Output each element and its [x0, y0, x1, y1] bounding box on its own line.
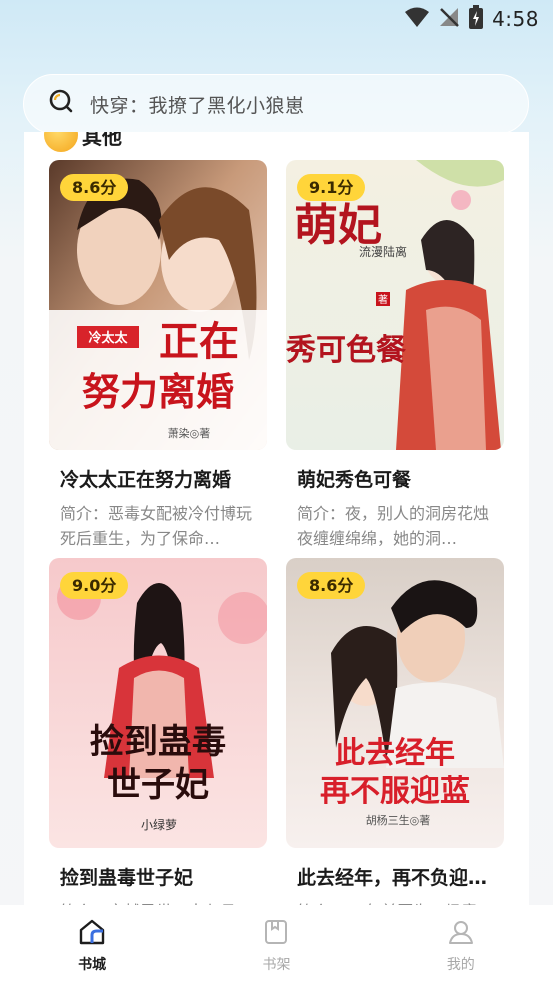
book-card[interactable]: 捡到蛊毒 世子妃 小绿萝 9.0分 捡到蛊毒世子妃 简介：穿越异世，南七月… [49, 558, 267, 912]
book-cover[interactable]: 冷太太 正在 努力离婚 萧染◎著 8.6分 [49, 160, 267, 450]
status-icons: 4:58 [404, 5, 539, 33]
book-cover[interactable]: 捡到蛊毒 世子妃 小绿萝 9.0分 [49, 558, 267, 848]
cover-title-main: 正在 [159, 318, 239, 365]
nav-label-bookstore: 书城 [78, 957, 107, 973]
search-input[interactable]: 快穿：我撩了黑化小狼崽 [23, 74, 529, 134]
cover-tag: 冷太太 [88, 330, 128, 346]
wifi-icon [404, 6, 430, 32]
score-badge: 8.6分 [60, 174, 129, 201]
search-placeholder: 快穿：我撩了黑化小狼崽 [90, 94, 305, 117]
nav-label-mine: 我的 [446, 957, 475, 973]
cover-title-main: 捡到蛊毒 [90, 722, 226, 762]
section-header: 其他 [44, 132, 122, 152]
book-card[interactable]: 萌妃 秀可色餐 流漫陆离 著 9.1分 萌妃秀色可餐 简介：夜，别人的洞房花烛夜… [286, 160, 504, 551]
cover-title-line2: 世子妃 [107, 765, 209, 805]
battery-icon [468, 5, 484, 33]
profile-icon [447, 918, 475, 950]
status-bar: 4:58 [0, 0, 553, 40]
clock: 4:58 [492, 7, 539, 31]
nav-label-bookshelf: 书架 [262, 957, 291, 973]
book-title[interactable]: 此去经年，再不负迎… [286, 863, 504, 890]
book-cover[interactable]: 萌妃 秀可色餐 流漫陆离 著 9.1分 [286, 160, 504, 450]
cover-title-line2: 努力离婚 [82, 369, 234, 414]
cover-tag: 流漫陆离 [359, 244, 407, 259]
book-title[interactable]: 萌妃秀色可餐 [286, 465, 504, 492]
book-card[interactable]: 冷太太 正在 努力离婚 萧染◎著 8.6分 冷太太正在努力离婚 简介：恶毒女配被… [49, 160, 267, 551]
nav-item-mine[interactable]: 我的 [401, 914, 521, 974]
search-icon [48, 89, 74, 119]
book-title[interactable]: 冷太太正在努力离婚 [49, 465, 267, 492]
book-cover[interactable]: 此去经年 再不服迎蓝 胡杨三生◎著 8.6分 [286, 558, 504, 848]
cover-title-line2: 秀可色餐 [286, 333, 407, 368]
book-description: 简介：恶毒女配被冷付博玩死后重生，为了保命… [60, 504, 253, 548]
nav-item-bookshelf[interactable]: 书架 [216, 914, 336, 974]
score-badge: 9.1分 [297, 174, 366, 201]
cover-author: 胡杨三生◎著 [366, 813, 431, 827]
bookstore-icon [78, 918, 106, 950]
cover-title-main: 此去经年 [335, 736, 455, 771]
cover-title-main: 萌妃 [294, 200, 382, 251]
book-grid-panel: 其他 冷太太 正在 努力离婚 萧染◎著 8.6分 冷太太正在努力离婚 简介：恶毒… [24, 132, 529, 912]
score-badge: 9.0分 [60, 572, 129, 599]
bookshelf-icon [262, 918, 290, 950]
bottom-nav: 书城 书架 我的 [0, 905, 553, 983]
cover-author: 萧染◎著 [168, 426, 211, 440]
book-description: 简介：夜，别人的洞房花烛夜缠缠绵绵，她的洞… [297, 504, 490, 548]
section-dot-icon [44, 132, 78, 152]
score-badge: 8.6分 [297, 572, 366, 599]
book-card[interactable]: 此去经年 再不服迎蓝 胡杨三生◎著 8.6分 此去经年，再不负迎… 简介：15年… [286, 558, 504, 912]
section-title: 其他 [82, 132, 122, 149]
nav-item-bookstore[interactable]: 书城 [32, 914, 152, 974]
no-signal-icon [438, 6, 460, 32]
cover-title-line2: 再不服迎蓝 [320, 774, 470, 809]
cover-author: 小绿萝 [141, 817, 177, 832]
cover-author: 著 [378, 293, 388, 306]
book-title[interactable]: 捡到蛊毒世子妃 [49, 863, 267, 890]
